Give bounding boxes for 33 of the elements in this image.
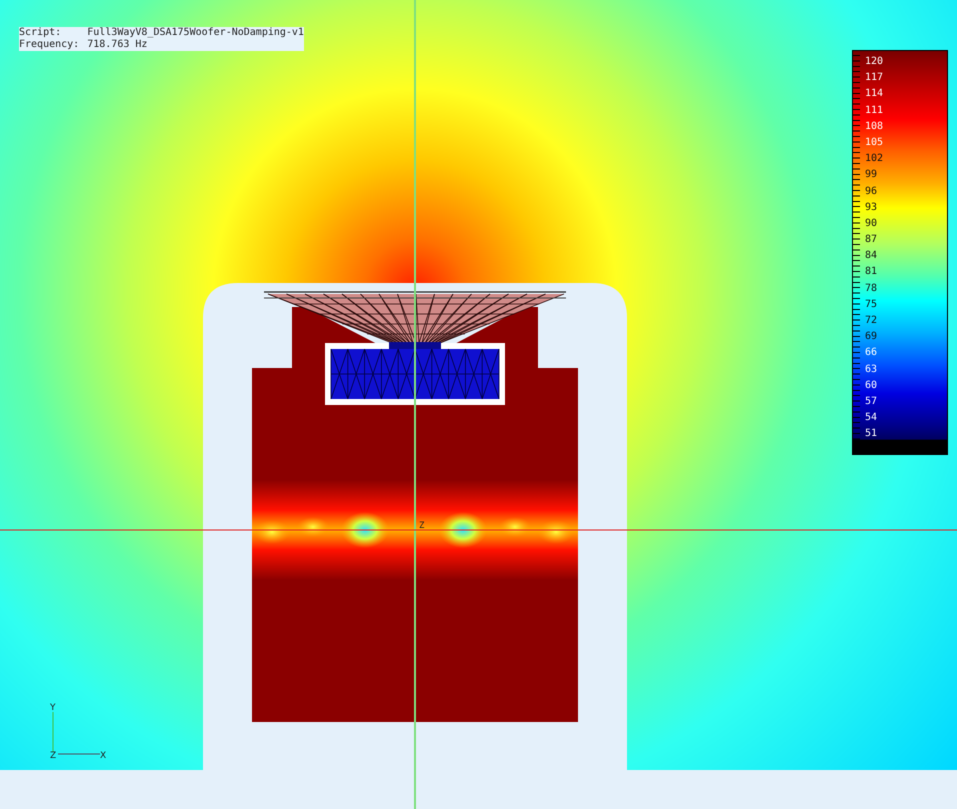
scale-label: 54: [865, 411, 878, 426]
info-label: Frequency:: [19, 39, 88, 51]
scale-label: 117: [865, 71, 884, 86]
info-value: Full3WayV8_DSA175Woofer-NoDamping-v1: [87, 27, 304, 39]
scale-label: 93: [865, 200, 878, 215]
scale-label: 84: [865, 249, 878, 264]
scale-label: 120: [865, 55, 884, 69]
scale-label: 51: [865, 427, 878, 442]
scale-label: 102: [865, 152, 884, 166]
info-label: Script:: [19, 27, 88, 39]
scale-label: 111: [865, 104, 884, 118]
scale-label: 63: [865, 362, 878, 377]
scale-label: 72: [865, 314, 878, 328]
scale-label: 87: [865, 233, 878, 248]
y-axis-line: [52, 712, 54, 752]
origin-label: Z: [419, 521, 424, 531]
info-value: 718.763 Hz: [87, 39, 304, 51]
scale-label: 66: [865, 346, 878, 360]
scale-label: 78: [865, 282, 878, 296]
scale-label: 99: [865, 168, 878, 182]
scale-label: 75: [865, 298, 878, 312]
scale-label: 81: [865, 265, 878, 280]
x-axis-label: X: [100, 751, 106, 761]
scale-label: 69: [865, 330, 878, 344]
z-axis-label: Z: [50, 751, 56, 761]
scale-label: 114: [865, 87, 884, 102]
scale-label: 90: [865, 216, 878, 231]
scale-label: 57: [865, 394, 878, 409]
scale-label: 108: [865, 120, 884, 134]
scale-label: 96: [865, 184, 878, 198]
y-axis-label: Y: [50, 703, 56, 713]
scale-label: 60: [865, 378, 878, 393]
scale-label: 105: [865, 136, 884, 150]
